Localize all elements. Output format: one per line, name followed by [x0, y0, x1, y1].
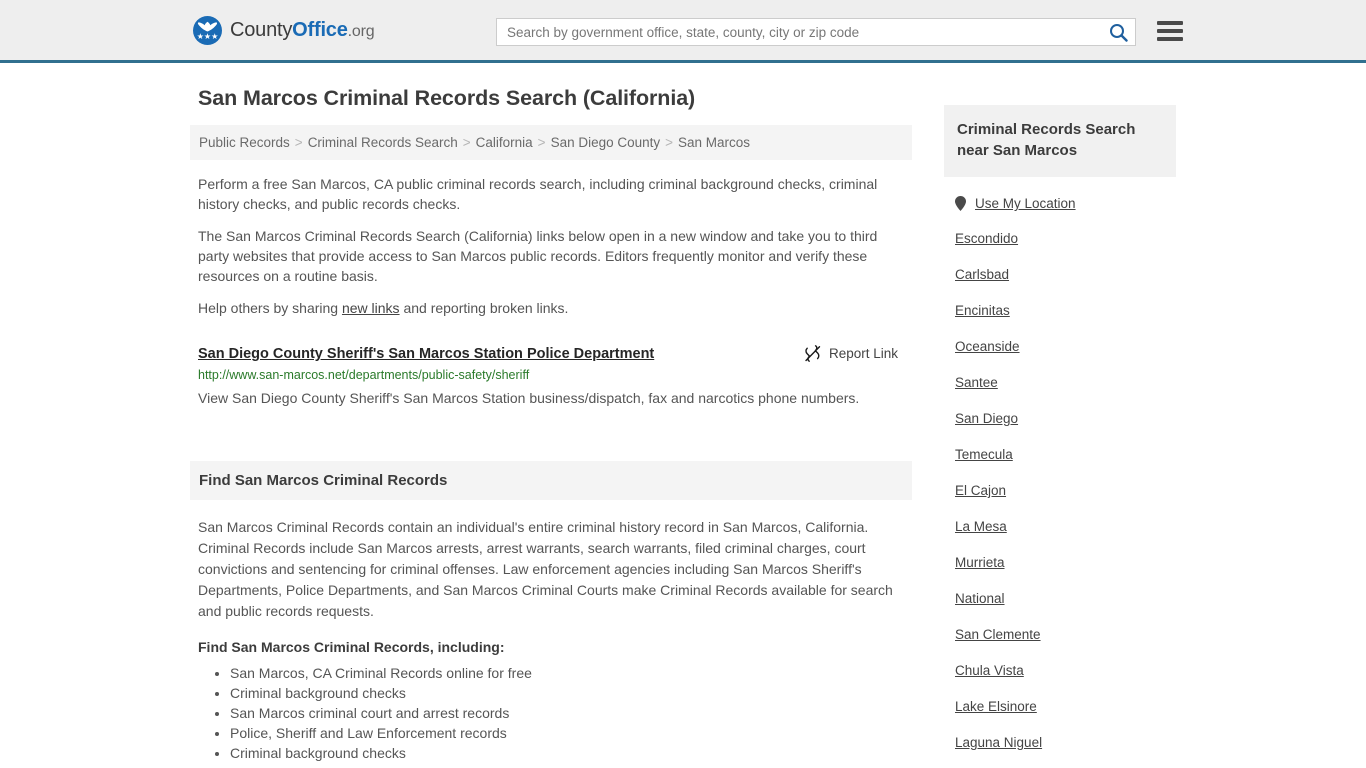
county-office-logo-icon: ★★★	[193, 15, 222, 45]
site-logo[interactable]: ★★★ CountyOffice.org	[193, 15, 375, 45]
sidebar-city-laguna-niguel[interactable]: Laguna Niguel	[955, 734, 1176, 751]
sidebar-header: Criminal Records Search near San Marcos	[944, 105, 1176, 177]
list-item: Criminal background checks	[230, 683, 912, 703]
search-icon	[1109, 23, 1128, 42]
find-records-section-header: Find San Marcos Criminal Records	[190, 461, 912, 500]
use-my-location-link[interactable]: Use My Location	[975, 196, 1076, 211]
list-item: San Marcos criminal court and arrest rec…	[230, 703, 912, 723]
list-item: Police, Sheriff and Law Enforcement reco…	[230, 723, 912, 743]
breadcrumb-item-criminal-records-search[interactable]: Criminal Records Search	[308, 135, 458, 150]
find-records-sub-heading: Find San Marcos Criminal Records, includ…	[198, 639, 505, 655]
resource-link-url: http://www.san-marcos.net/departments/pu…	[198, 368, 530, 382]
intro-paragraph-3: Help others by sharing new links and rep…	[198, 298, 888, 318]
hamburger-bar-3	[1157, 37, 1183, 41]
find-records-body: San Marcos Criminal Records contain an i…	[198, 519, 893, 619]
sidebar-city-national[interactable]: National	[955, 590, 1176, 607]
sidebar-city-la-mesa[interactable]: La Mesa	[955, 518, 1176, 535]
hamburger-bar-2	[1157, 29, 1183, 33]
content-wrapper: San Marcos Criminal Records Search (Cali…	[190, 63, 1176, 768]
breadcrumb-item-san-diego-county[interactable]: San Diego County	[551, 135, 661, 150]
sidebar-city-escondido[interactable]: Escondido	[955, 230, 1176, 247]
share-text-before: Help others by sharing	[198, 300, 342, 316]
breadcrumb-item-san-marcos[interactable]: San Marcos	[678, 135, 750, 150]
sidebar-city-temecula[interactable]: Temecula	[955, 446, 1176, 463]
breadcrumb-separator: >	[462, 135, 471, 150]
sidebar-city-san-clemente[interactable]: San Clemente	[955, 626, 1176, 643]
sidebar-heading: Criminal Records Search near San Marcos	[957, 121, 1136, 159]
resource-link-entry: San Diego County Sheriff's San Marcos St…	[198, 344, 898, 411]
sidebar-city-el-cajon[interactable]: El Cajon	[955, 482, 1176, 499]
page-title: San Marcos Criminal Records Search (Cali…	[198, 86, 696, 110]
breadcrumb-separator: >	[537, 135, 546, 150]
sidebar-city-san-diego[interactable]: San Diego	[955, 410, 1176, 427]
logo-wordmark: CountyOffice.org	[230, 18, 375, 42]
sidebar-city-encinitas[interactable]: Encinitas	[955, 302, 1176, 319]
resource-link-description: View San Diego County Sheriff's San Marc…	[198, 390, 860, 406]
site-header: ★★★ CountyOffice.org	[0, 0, 1366, 63]
search-input[interactable]	[496, 18, 1136, 46]
list-item: Criminal background checks	[230, 743, 912, 763]
breadcrumb-item-california[interactable]: California	[476, 135, 533, 150]
sidebar-city-santee[interactable]: Santee	[955, 374, 1176, 391]
find-records-heading: Find San Marcos Criminal Records	[199, 472, 448, 489]
intro-paragraph-1: Perform a free San Marcos, CA public cri…	[198, 176, 878, 212]
use-my-location-row[interactable]: Use My Location	[955, 196, 1176, 211]
report-link-label: Report Link	[828, 346, 898, 361]
hamburger-menu-icon[interactable]	[1157, 19, 1183, 43]
breadcrumb-item-public-records[interactable]: Public Records	[199, 135, 290, 150]
breadcrumb-separator: >	[294, 135, 303, 150]
new-links-link[interactable]: new links	[342, 300, 400, 316]
logo-word-county: County	[230, 18, 293, 41]
search-bar	[496, 18, 1136, 46]
intro-paragraph-2: The San Marcos Criminal Records Search (…	[198, 228, 878, 284]
report-link-button[interactable]: Report Link	[804, 344, 898, 362]
list-item: San Marcos, CA Criminal Records online f…	[230, 663, 912, 683]
sidebar: Criminal Records Search near San Marcos …	[944, 86, 1176, 768]
logo-stars: ★★★	[196, 31, 219, 41]
resource-link-header: San Diego County Sheriff's San Marcos St…	[198, 344, 898, 364]
sidebar-city-chula-vista[interactable]: Chula Vista	[955, 662, 1176, 679]
breadcrumb: Public Records > Criminal Records Search > C…	[190, 125, 912, 160]
breadcrumb-separator: >	[665, 135, 674, 150]
search-button[interactable]	[1106, 21, 1130, 43]
main-column: San Marcos Criminal Records Search (Cali…	[190, 86, 912, 763]
map-pin-icon	[955, 196, 966, 211]
eagle-icon	[197, 21, 218, 31]
sidebar-city-oceanside[interactable]: Oceanside	[955, 338, 1176, 355]
hamburger-bar-1	[1157, 21, 1183, 25]
logo-word-org: .org	[347, 22, 375, 40]
logo-word-office: Office	[292, 18, 348, 41]
resource-link-title[interactable]: San Diego County Sheriff's San Marcos St…	[198, 344, 654, 364]
sidebar-city-carlsbad[interactable]: Carlsbad	[955, 266, 1176, 283]
sidebar-city-murrieta[interactable]: Murrieta	[955, 554, 1176, 571]
sidebar-city-lake-elsinore[interactable]: Lake Elsinore	[955, 698, 1176, 715]
broken-link-icon	[805, 345, 821, 362]
page-body: San Marcos Criminal Records Search (Cali…	[0, 63, 1366, 768]
share-text-after: and reporting broken links.	[399, 300, 569, 316]
find-records-list: San Marcos, CA Criminal Records online f…	[198, 663, 912, 763]
